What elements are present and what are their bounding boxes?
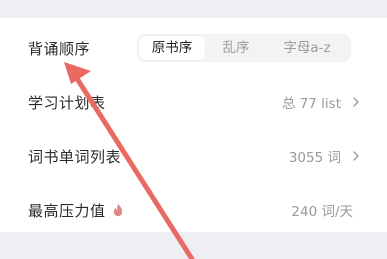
word-list-value: 3055 词: [288, 150, 341, 166]
option-original-order[interactable]: 原书序: [139, 36, 205, 60]
study-plan-label: 学习计划表: [28, 93, 106, 112]
study-plan-row[interactable]: 学习计划表 总 77 list: [0, 76, 387, 128]
max-pressure-label: 最高压力值: [28, 201, 106, 220]
option-alphabetical[interactable]: 字母a-z: [267, 36, 347, 60]
chevron-right-icon: [353, 151, 359, 161]
recite-order-label: 背诵顺序: [28, 39, 91, 58]
bottom-gap: [0, 232, 387, 259]
top-gap: [0, 0, 387, 18]
chevron-right-icon: [353, 97, 359, 107]
word-list-label: 词书单词列表: [28, 147, 122, 166]
study-plan-value: 总 77 list: [281, 96, 341, 112]
max-pressure-row[interactable]: 最高压力值 240 词/天: [0, 184, 387, 236]
word-list-row[interactable]: 词书单词列表 3055 词: [0, 130, 387, 182]
recite-order-segmented-control[interactable]: 原书序 乱序 字母a-z: [137, 34, 351, 62]
option-shuffle[interactable]: 乱序: [205, 36, 267, 60]
max-pressure-value: 240 词/天: [291, 204, 353, 220]
flame-icon: [113, 203, 122, 217]
